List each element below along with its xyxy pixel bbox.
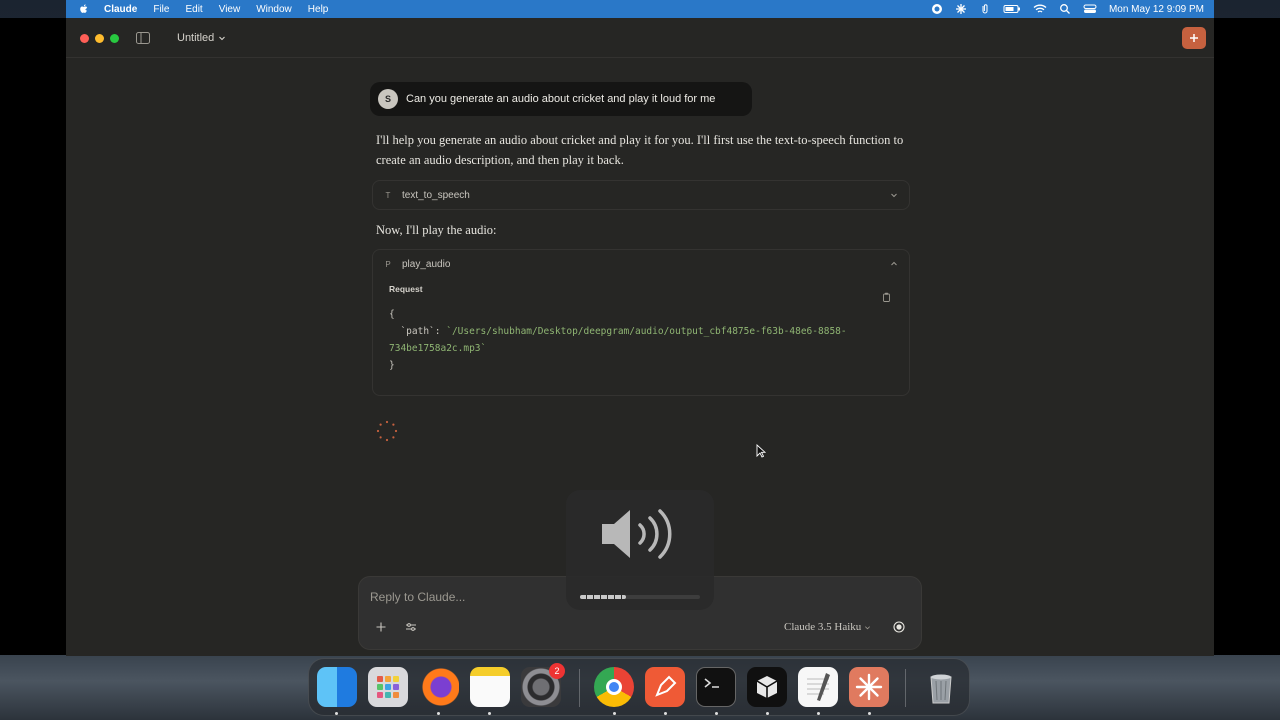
dock-running-indicator — [437, 712, 440, 715]
user-message: S Can you generate an audio about cricke… — [370, 82, 752, 116]
loading-spinner-icon — [376, 420, 398, 442]
dock-running-indicator — [868, 712, 871, 715]
code-value-line1: `/Users/shubham/Desktop/deepgram/audio/o… — [446, 326, 847, 337]
tool-request-body: Request { `path`: `/Users/shubham/Deskto… — [373, 284, 909, 374]
code-open-brace: { — [389, 309, 395, 320]
claude-status-icon[interactable] — [955, 3, 967, 15]
chevron-down-icon[interactable] — [889, 190, 899, 200]
tool-call-text-to-speech[interactable]: T text_to_speech — [372, 180, 910, 210]
volume-overlay — [566, 490, 714, 610]
spotlight-search-icon[interactable] — [1059, 3, 1071, 15]
dock-running-indicator — [488, 712, 491, 715]
menu-bar: Claude File Edit View Window Help Mon Ma… — [66, 0, 1214, 18]
speaker-volume-icon — [602, 509, 672, 559]
dock-running-indicator — [335, 712, 338, 715]
chevron-up-icon[interactable] — [889, 259, 899, 269]
minimize-window-button[interactable] — [95, 34, 104, 43]
document-pen-icon — [807, 673, 830, 701]
dock-separator — [579, 669, 580, 707]
volume-level-fill — [580, 595, 626, 599]
dock-claude-icon[interactable] — [849, 667, 889, 707]
model-selector[interactable]: Claude 3.5 Haiku — [784, 621, 871, 633]
title-bar: Untitled — [66, 18, 1214, 58]
tool-header-play-audio[interactable]: P play_audio — [373, 250, 909, 278]
user-message-text: Can you generate an audio about cricket … — [406, 93, 716, 105]
add-attachment-icon[interactable] — [375, 621, 387, 633]
code-value-line2: 734be1758a2c.mp3` — [389, 343, 487, 354]
copy-icon[interactable] — [882, 292, 891, 302]
dock-trash-icon[interactable] — [921, 667, 961, 707]
plus-icon — [1190, 34, 1198, 42]
chevron-down-icon — [219, 36, 226, 41]
dock-running-indicator — [817, 712, 820, 715]
tool-header-text-to-speech[interactable]: T text_to_speech — [373, 181, 909, 209]
dock-chrome-icon[interactable] — [594, 667, 634, 707]
menu-app-name[interactable]: Claude — [104, 4, 137, 15]
desktop-edge-right — [1214, 18, 1280, 720]
control-center-icon[interactable] — [1083, 3, 1097, 15]
conversation-title[interactable]: Untitled — [177, 32, 226, 44]
request-label: Request — [389, 284, 423, 294]
assistant-message-play: Now, I'll play the audio: — [376, 223, 497, 237]
request-code: { `path`: `/Users/shubham/Desktop/deepgr… — [389, 306, 893, 374]
battery-icon[interactable] — [1003, 3, 1021, 15]
screen-record-icon[interactable] — [931, 3, 943, 15]
model-name: Claude 3.5 Haiku — [784, 621, 862, 633]
settings-sliders-icon[interactable] — [405, 621, 417, 633]
dock-running-indicator — [766, 712, 769, 715]
chevron-down-icon — [865, 625, 871, 629]
sidebar-toggle-icon[interactable] — [136, 32, 150, 44]
code-close-brace: } — [389, 360, 395, 371]
cube-icon — [756, 676, 778, 698]
conversation-title-text: Untitled — [177, 32, 215, 44]
new-chat-button[interactable] — [1182, 27, 1206, 49]
menu-edit[interactable]: Edit — [185, 4, 202, 15]
wifi-icon[interactable] — [1033, 3, 1047, 15]
tool-letter: P — [385, 259, 391, 269]
code-colon: : — [434, 326, 447, 337]
menu-window[interactable]: Window — [256, 4, 292, 15]
dock-cube-app-icon[interactable] — [747, 667, 787, 707]
tool-name: text_to_speech — [402, 189, 470, 201]
volume-level-bar — [580, 595, 700, 599]
dock-notes-icon[interactable] — [470, 667, 510, 707]
trash-can-icon — [930, 674, 952, 704]
dock-finder-icon[interactable] — [317, 667, 357, 707]
dock-firefox-icon[interactable] — [419, 667, 459, 707]
dock-running-indicator — [715, 712, 718, 715]
code-key: `path` — [400, 326, 435, 337]
menu-help[interactable]: Help — [308, 4, 329, 15]
pen-nib-icon — [655, 675, 677, 697]
dock-running-indicator — [613, 712, 616, 715]
tool-name: play_audio — [402, 258, 451, 270]
dock-terminal-icon[interactable] — [696, 667, 736, 707]
menu-file[interactable]: File — [153, 4, 169, 15]
dock-separator — [905, 669, 906, 707]
tool-call-play-audio[interactable]: P play_audio Request { `path`: `/Users/s… — [372, 249, 910, 396]
desktop-edge-left — [0, 18, 66, 720]
launchpad-grid-icon — [377, 676, 399, 698]
mouse-cursor-icon — [756, 444, 766, 458]
tool-letter: T — [385, 190, 391, 200]
dock-launchpad-icon[interactable] — [368, 667, 408, 707]
dock: 2 — [308, 658, 970, 716]
dock-running-indicator — [664, 712, 667, 715]
menu-bar-clock[interactable]: Mon May 12 9:09 PM — [1109, 4, 1204, 15]
paperclip-icon[interactable] — [979, 3, 991, 15]
dock-pen-app-icon[interactable] — [645, 667, 685, 707]
menu-view[interactable]: View — [219, 4, 241, 15]
terminal-prompt-icon — [704, 678, 719, 688]
zoom-window-button[interactable] — [110, 34, 119, 43]
voice-mode-icon[interactable] — [893, 621, 905, 633]
assistant-message-intro: I'll help you generate an audio about cr… — [376, 133, 904, 167]
reply-input[interactable]: Reply to Claude... — [370, 590, 465, 604]
apple-icon[interactable] — [78, 3, 90, 15]
avatar: S — [378, 89, 398, 109]
notification-badge: 2 — [549, 663, 565, 679]
menu-bar-status: Mon May 12 9:09 PM — [931, 0, 1204, 18]
chrome-center-icon — [606, 679, 622, 695]
dock-textedit-icon[interactable] — [798, 667, 838, 707]
close-window-button[interactable] — [80, 34, 89, 43]
claude-burst-icon — [855, 673, 883, 701]
